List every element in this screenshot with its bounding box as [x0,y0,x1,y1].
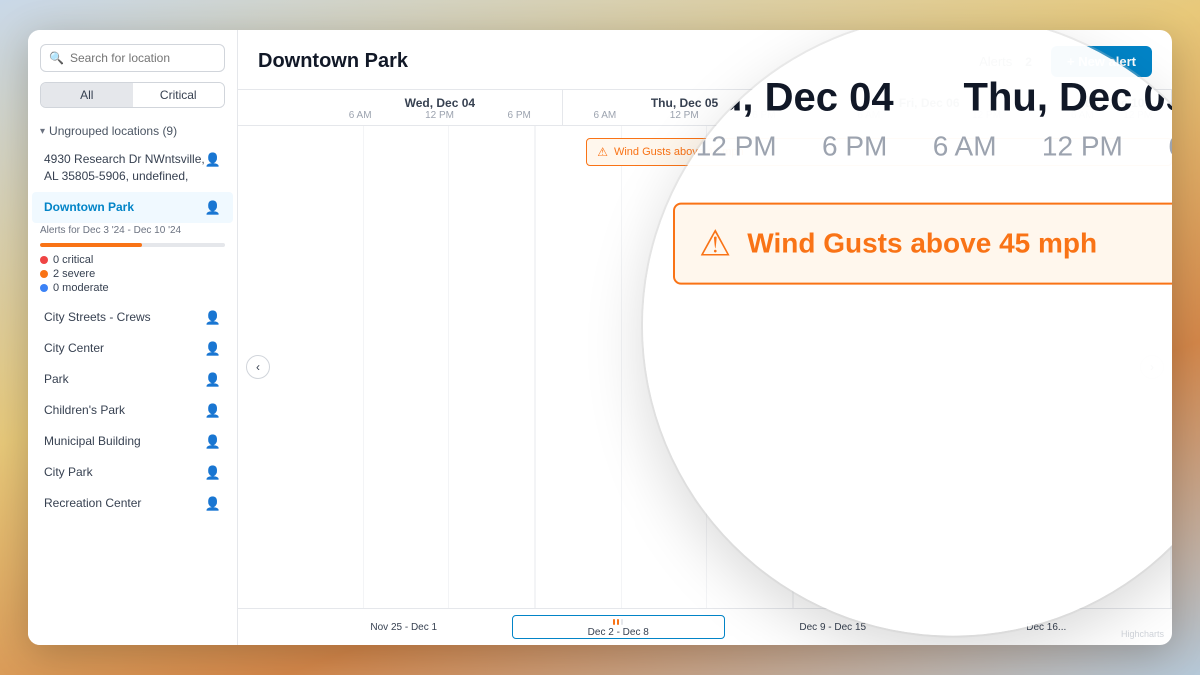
day-col-wed: Wed, Dec 04 6 AM 12 PM 6 PM [318,90,563,125]
mini-range-label: Dec 2 - Dec 8 [588,627,649,638]
time-label: 12 PM [670,110,699,121]
circle-time: 12 PM [696,130,777,162]
filter-tab-all[interactable]: All [41,83,133,107]
user-icon: 👤 [205,465,221,481]
ungrouped-header[interactable]: ▾ Ungrouped locations (9) [28,118,237,144]
severe-count-label: 2 severe [53,268,95,280]
user-icon: 👤 [205,310,221,326]
timeline-prev-button[interactable]: ‹ [246,355,270,379]
location-item-municipal[interactable]: Municipal Building 👤 [32,426,233,457]
circle-time: 6 PM [822,130,887,162]
grid-col [278,126,536,608]
ungrouped-label: Ungrouped locations (9) [49,124,177,138]
location-item-city-center[interactable]: City Center 👤 [32,333,233,364]
location-item-city-streets[interactable]: City Streets - Crews 👤 [32,302,233,333]
circle-time: 6 P [1168,130,1172,162]
location-item-city-park[interactable]: City Park 👤 [32,457,233,488]
user-icon: 👤 [205,341,221,357]
dot-red [40,256,48,264]
location-item-recreation[interactable]: Recreation Center 👤 [32,488,233,519]
location-item-park[interactable]: Park 👤 [32,364,233,395]
location-name-downtown-park: Downtown Park [44,199,205,216]
page-title: Downtown Park [258,50,408,73]
location-name: Park [44,371,205,388]
mini-range-label: Dec 9 - Dec 15 [799,622,866,633]
location-item[interactable]: 4930 Research Dr NWntsville, AL 35805-59… [32,144,233,192]
alert-count-critical: 0 critical [40,254,225,266]
time-label: 6 AM [349,110,372,121]
location-name: 4930 Research Dr NWntsville, AL 35805-59… [44,151,205,185]
location-name: Municipal Building [44,433,205,450]
highcharts-credit: Highcharts [1121,629,1164,639]
user-icon: 👤 [205,152,221,168]
circle-date-2: Thu, Dec 05 [964,75,1172,120]
filter-tab-critical[interactable]: Critical [133,83,225,107]
moderate-count-label: 0 moderate [53,282,109,294]
circle-time: 12 PM [1042,130,1123,162]
mini-tick [621,619,623,625]
progress-bar-fill [40,243,142,247]
search-icon: 🔍 [49,51,64,65]
user-icon: 👤 [205,496,221,512]
user-icon: 👤 [205,403,221,419]
circle-alert-bar: ⚠ Wind Gusts above 45 mph [673,202,1172,284]
sidebar: 🔍 All Critical ▾ Ungrouped locations (9)… [28,30,238,645]
time-sub-wed: 6 AM 12 PM 6 PM [318,110,562,121]
dot-orange [40,270,48,278]
location-name: City Center [44,340,205,357]
user-icon: 👤 [205,372,221,388]
mini-range-nov25[interactable]: Nov 25 - Dec 1 [298,615,510,639]
location-name: City Streets - Crews [44,309,205,326]
alert-counts: 0 critical 2 severe 0 moderate [28,252,237,302]
main-window: 🔍 All Critical ▾ Ungrouped locations (9)… [28,30,1172,645]
user-icon: 👤 [205,200,221,216]
location-name: Children's Park [44,402,205,419]
time-label: 6 PM [508,110,531,121]
mini-tick [617,619,619,625]
circle-warning-icon: ⚠ [699,222,731,264]
circle-time-row: 12 PM 6 PM 6 AM 12 PM 6 P [643,130,1172,182]
mini-range-label: Nov 25 - Dec 1 [370,622,437,633]
progress-bar [40,243,225,247]
mini-tick [613,619,615,625]
grid-subcol [536,126,622,608]
grid-subcol [449,126,535,608]
search-input[interactable] [70,51,216,65]
main-content: Downtown Park Alerts 2 + New alert Wed, … [238,30,1172,645]
mini-range-dec2[interactable]: Dec 2 - Dec 8 [512,615,726,639]
grid-subcol [278,126,364,608]
time-label: 6 AM [593,110,616,121]
search-bar[interactable]: 🔍 [40,44,225,72]
alert-count-moderate: 0 moderate [40,282,225,294]
location-item-downtown-park[interactable]: Downtown Park 👤 [32,192,233,223]
critical-count-label: 0 critical [53,254,93,266]
circle-alert-text: Wind Gusts above 45 mph [747,227,1097,259]
location-item-childrens-park[interactable]: Children's Park 👤 [32,395,233,426]
circle-time: 6 AM [933,130,997,162]
warning-icon: ⚠ [597,145,608,159]
day-label-wed: Wed, Dec 04 [318,96,562,110]
location-name: Recreation Center [44,495,205,512]
dot-blue [40,284,48,292]
grid-subcol [364,126,450,608]
time-label: 12 PM [425,110,454,121]
chevron-down-icon: ▾ [40,126,45,137]
alert-count-severe: 2 severe [40,268,225,280]
location-name: City Park [44,464,205,481]
filter-tabs: All Critical [40,82,225,108]
user-icon: 👤 [205,434,221,450]
alerts-sub: Alerts for Dec 3 '24 - Dec 10 '24 [28,223,237,240]
